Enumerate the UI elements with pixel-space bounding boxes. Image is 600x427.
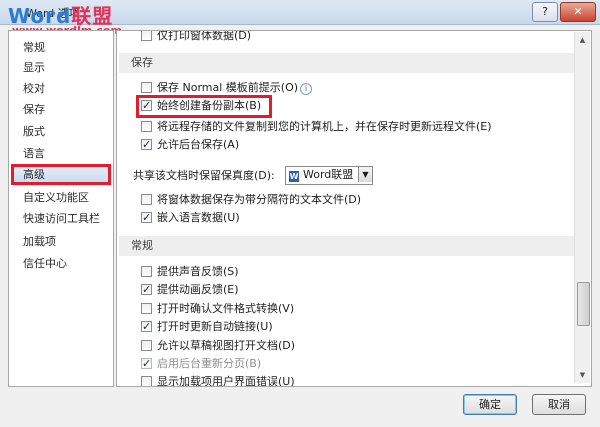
- sidebar-item-add-ins[interactable]: 加载项: [11, 231, 111, 252]
- option-label: 保存 Normal 模板前提示(O): [157, 81, 299, 94]
- option-label: 提供声音反馈(S): [157, 265, 239, 278]
- section-header-save: 保存: [119, 53, 574, 73]
- option-save-form-data-delimited[interactable]: 将窗体数据保存为带分隔符的文本文件(D): [141, 191, 361, 209]
- sidebar-item-general[interactable]: 常规: [11, 37, 111, 58]
- option-animation-feedback[interactable]: 提供动画反馈(E): [141, 281, 239, 299]
- option-print-form-data[interactable]: 仅打印窗体数据(D): [141, 30, 252, 45]
- option-label: 允许以草稿视图打开文档(D): [157, 339, 296, 352]
- sidebar-item-quick-access-toolbar[interactable]: 快速访问工具栏: [11, 208, 111, 229]
- checkbox[interactable]: [141, 340, 152, 351]
- options-sidebar: 常规 显示 校对 保存 版式 语言 高级 自定义功能区 快速访问工具栏 加载项 …: [8, 30, 114, 387]
- option-open-draft-view[interactable]: 允许以草稿视图打开文档(D): [141, 337, 295, 355]
- option-prompt-normal-template[interactable]: 保存 Normal 模板前提示(O) i: [141, 79, 313, 97]
- sidebar-item-customize-ribbon[interactable]: 自定义功能区: [11, 187, 111, 208]
- scroll-down-arrow-icon[interactable]: ▼: [576, 368, 589, 382]
- option-label: 嵌入语言数据(U): [157, 211, 240, 224]
- checkbox-checked[interactable]: [141, 136, 152, 154]
- sidebar-item-layout[interactable]: 版式: [11, 121, 111, 142]
- cancel-button[interactable]: 取消: [532, 394, 586, 415]
- option-label: 允许后台保存(A): [157, 138, 240, 151]
- document-select[interactable]: W Word联盟 ▼: [285, 166, 373, 185]
- sidebar-item-proofing[interactable]: 校对: [11, 78, 111, 99]
- fidelity-row: 共享该文档时保留保真度(D): W Word联盟 ▼: [133, 166, 373, 186]
- option-label: 打开时更新自动链接(U): [157, 320, 273, 333]
- option-label: 始终创建备份副本(B): [157, 99, 262, 112]
- sidebar-item-save[interactable]: 保存: [11, 99, 111, 120]
- chevron-down-icon[interactable]: ▼: [358, 167, 372, 182]
- checkbox[interactable]: [141, 266, 152, 277]
- sidebar-item-display[interactable]: 显示: [11, 57, 111, 78]
- option-embed-language-data[interactable]: 嵌入语言数据(U): [141, 209, 240, 227]
- sidebar-item-trust-center[interactable]: 信任中心: [11, 253, 111, 274]
- option-update-auto-links[interactable]: 打开时更新自动链接(U): [141, 318, 273, 336]
- fidelity-label: 共享该文档时保留保真度(D):: [133, 169, 275, 182]
- close-button[interactable]: ✕: [560, 2, 596, 22]
- word-document-icon: W: [289, 171, 299, 182]
- option-label: 打开时确认文件格式转换(V): [157, 302, 295, 315]
- option-label: 显示加载项用户界面错误(U): [157, 375, 295, 387]
- checkbox[interactable]: [141, 303, 152, 314]
- sidebar-item-language[interactable]: 语言: [11, 143, 111, 164]
- option-label: 将窗体数据保存为带分隔符的文本文件(D): [157, 193, 362, 206]
- option-label: 提供动画反馈(E): [157, 283, 239, 296]
- option-background-repagination: 启用后台重新分页(B): [141, 355, 261, 373]
- document-select-value: Word联盟: [303, 168, 354, 181]
- vertical-scrollbar[interactable]: ▲ ▼: [574, 32, 590, 383]
- option-label: 启用后台重新分页(B): [157, 357, 262, 370]
- option-allow-background-save[interactable]: 允许后台保存(A): [141, 136, 239, 154]
- checkbox[interactable]: [141, 31, 152, 41]
- option-show-addin-ui-errors[interactable]: 显示加载项用户界面错误(U): [141, 373, 295, 387]
- option-copy-remote-files[interactable]: 将远程存储的文件复制到您的计算机上，并在保存时更新远程文件(E): [141, 118, 492, 136]
- checkbox[interactable]: [141, 194, 152, 205]
- checkbox-checked[interactable]: [141, 318, 152, 336]
- ok-button[interactable]: 确定: [463, 394, 517, 415]
- checkbox-checked-disabled: [141, 355, 152, 373]
- option-label: 仅打印窗体数据(D): [157, 30, 252, 42]
- checkbox[interactable]: [141, 121, 152, 132]
- checkbox[interactable]: [141, 376, 152, 386]
- option-always-create-backup[interactable]: 始终创建备份副本(B): [141, 97, 261, 115]
- checkbox-checked[interactable]: [141, 281, 152, 299]
- checkbox-checked[interactable]: [141, 209, 152, 227]
- options-content-panel: 仅打印窗体数据(D) 保存 保存 Normal 模板前提示(O)i 始终创建备份…: [116, 30, 592, 387]
- scrollbar-thumb[interactable]: [577, 282, 590, 326]
- info-icon: i: [300, 83, 313, 95]
- option-label: 将远程存储的文件复制到您的计算机上，并在保存时更新远程文件(E): [157, 120, 492, 133]
- option-confirm-format-conversion[interactable]: 打开时确认文件格式转换(V): [141, 300, 294, 318]
- checkbox[interactable]: [141, 82, 152, 93]
- option-sound-feedback[interactable]: 提供声音反馈(S): [141, 263, 239, 281]
- sidebar-item-advanced[interactable]: 高级: [11, 164, 111, 185]
- scroll-up-arrow-icon[interactable]: ▲: [576, 33, 589, 47]
- section-header-general: 常规: [119, 236, 574, 256]
- checkbox-checked[interactable]: [141, 97, 152, 115]
- help-button[interactable]: ?: [532, 2, 558, 22]
